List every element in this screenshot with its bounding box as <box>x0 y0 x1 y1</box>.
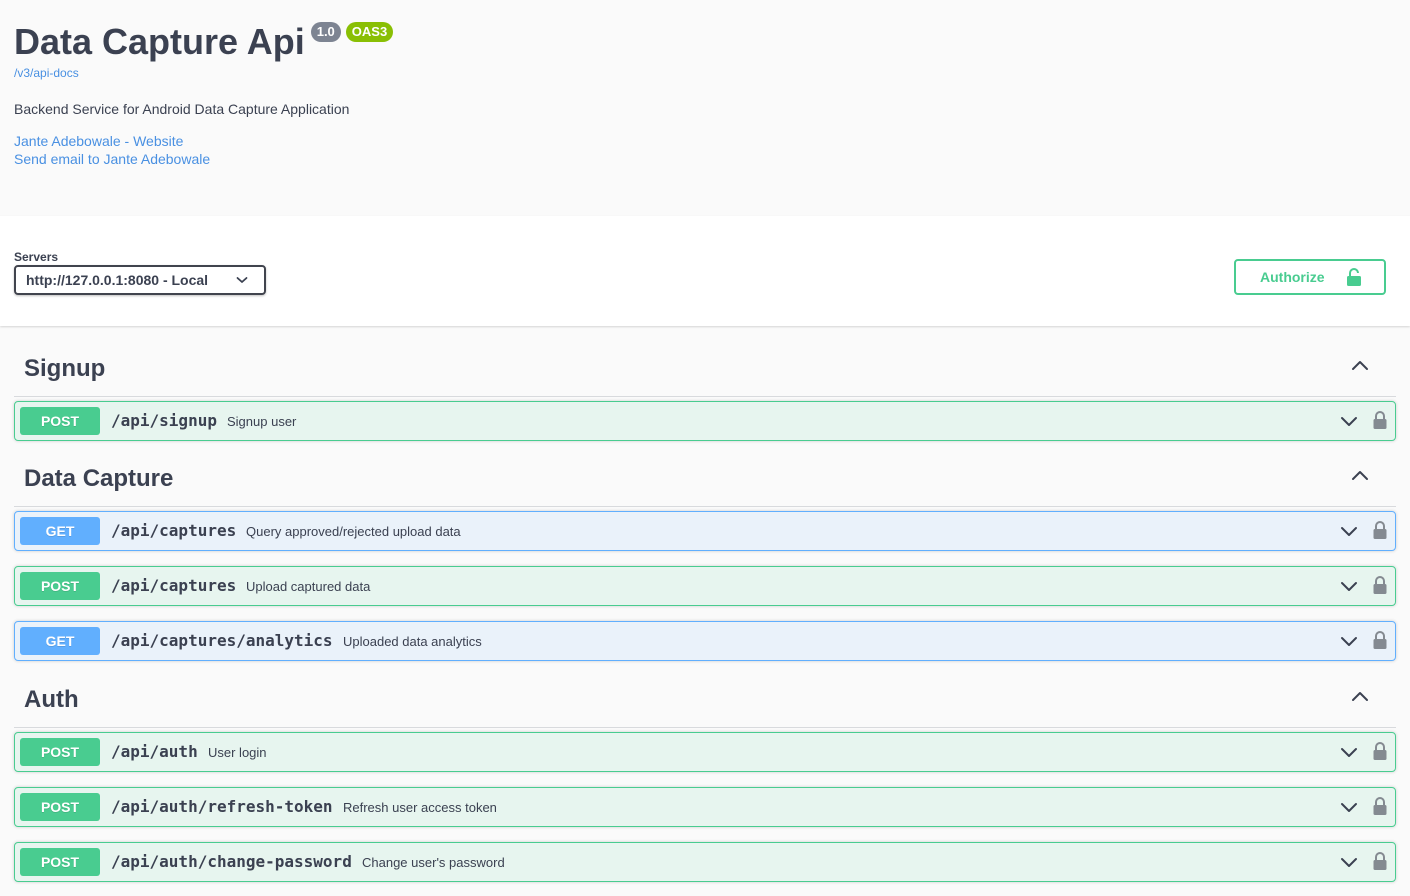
method-badge: GET <box>20 517 100 545</box>
tag-header[interactable]: Data Capture <box>14 451 1396 507</box>
tag-section-signup: Signup POST/api/signup Signup user <box>14 341 1396 441</box>
chevron-down-icon[interactable] <box>1339 634 1359 648</box>
operation-row[interactable]: POST/api/signup Signup user <box>14 401 1396 441</box>
scheme-container: Servers http://127.0.0.1:8080 - Local Au… <box>0 216 1410 326</box>
lock-icon[interactable] <box>1373 410 1387 430</box>
lock-icon[interactable] <box>1373 851 1387 871</box>
api-docs-link[interactable]: /v3/api-docs <box>14 66 79 80</box>
operation-path: /api/captures <box>111 521 237 540</box>
operation-path: /api/auth <box>111 742 198 761</box>
chevron-down-icon[interactable] <box>1339 579 1359 593</box>
tag-header[interactable]: Signup <box>14 341 1396 397</box>
authorize-button[interactable]: Authorize <box>1234 259 1386 295</box>
contact-website-link[interactable]: Jante Adebowale - Website <box>14 132 210 150</box>
operation-summary: Upload captured data <box>246 579 371 594</box>
oas-badge: OAS3 <box>345 22 394 42</box>
operation-summary: Change user's password <box>362 855 505 870</box>
tag-section-data-capture: Data Capture GET/api/captures Query approv… <box>14 451 1396 661</box>
operation-path: /api/auth/change-password <box>111 852 352 871</box>
method-badge: POST <box>20 848 100 876</box>
operation-path: /api/auth/refresh-token <box>111 797 333 816</box>
method-badge: POST <box>20 738 100 766</box>
chevron-down-icon[interactable] <box>1339 745 1359 759</box>
method-badge: POST <box>20 793 100 821</box>
operation-row[interactable]: POST/api/captures Upload captured data <box>14 566 1396 606</box>
servers-select-value: http://127.0.0.1:8080 - Local <box>26 272 209 288</box>
lock-icon[interactable] <box>1373 630 1387 650</box>
operation-summary: Query approved/rejected upload data <box>246 524 461 539</box>
authorize-label: Authorize <box>1260 269 1325 285</box>
info-section: Data Capture Api 1.0 OAS3 /v3/api-docs B… <box>0 0 1410 216</box>
contact-links: Jante Adebowale - Website Send email to … <box>14 132 210 168</box>
lock-icon[interactable] <box>1373 520 1387 540</box>
operation-path: /api/captures/analytics <box>111 631 333 650</box>
api-description: Backend Service for Android Data Capture… <box>14 101 350 117</box>
tag-title: Signup <box>24 355 106 382</box>
lock-icon[interactable] <box>1373 575 1387 595</box>
chevron-down-icon[interactable] <box>1339 414 1359 428</box>
operation-row[interactable]: GET/api/captures/analytics Uploaded data … <box>14 621 1396 661</box>
chevron-up-icon[interactable] <box>1350 359 1370 373</box>
operation-row[interactable]: POST/api/auth User login <box>14 732 1396 772</box>
operation-path: /api/signup <box>111 411 217 430</box>
unlock-icon <box>1346 267 1362 287</box>
chevron-down-icon[interactable] <box>1339 524 1359 538</box>
method-badge: POST <box>20 572 100 600</box>
chevron-down-icon <box>236 275 248 285</box>
method-badge: GET <box>20 627 100 655</box>
operation-row[interactable]: GET/api/captures Query approved/rejected … <box>14 511 1396 551</box>
chevron-up-icon[interactable] <box>1350 690 1370 704</box>
operation-summary: Signup user <box>227 414 297 429</box>
version-badge: 1.0 <box>310 22 341 42</box>
operation-row[interactable]: POST/api/auth/change-password Change user… <box>14 842 1396 882</box>
chevron-down-icon[interactable] <box>1339 855 1359 869</box>
operation-path: /api/captures <box>111 576 237 595</box>
title-row: Data Capture Api 1.0 OAS3 <box>14 20 394 64</box>
chevron-down-icon[interactable] <box>1339 800 1359 814</box>
operation-summary: Refresh user access token <box>343 800 497 815</box>
lock-icon[interactable] <box>1373 741 1387 761</box>
chevron-up-icon[interactable] <box>1350 469 1370 483</box>
method-badge: POST <box>20 407 100 435</box>
tag-section-auth: Auth POST/api/auth User login POST/api/auth… <box>14 672 1396 882</box>
tag-title: Data Capture <box>24 465 174 492</box>
servers-label: Servers <box>14 250 59 264</box>
operation-row[interactable]: POST/api/auth/refresh-token Refresh user … <box>14 787 1396 827</box>
tag-title: Auth <box>24 686 79 713</box>
tag-header[interactable]: Auth <box>14 672 1396 728</box>
operation-summary: Uploaded data analytics <box>343 634 482 649</box>
contact-email-link[interactable]: Send email to Jante Adebowale <box>14 150 210 168</box>
operation-summary: User login <box>208 745 267 760</box>
lock-icon[interactable] <box>1373 796 1387 816</box>
page-title: Data Capture Api <box>14 21 305 62</box>
servers-select[interactable]: http://127.0.0.1:8080 - Local <box>14 265 266 295</box>
